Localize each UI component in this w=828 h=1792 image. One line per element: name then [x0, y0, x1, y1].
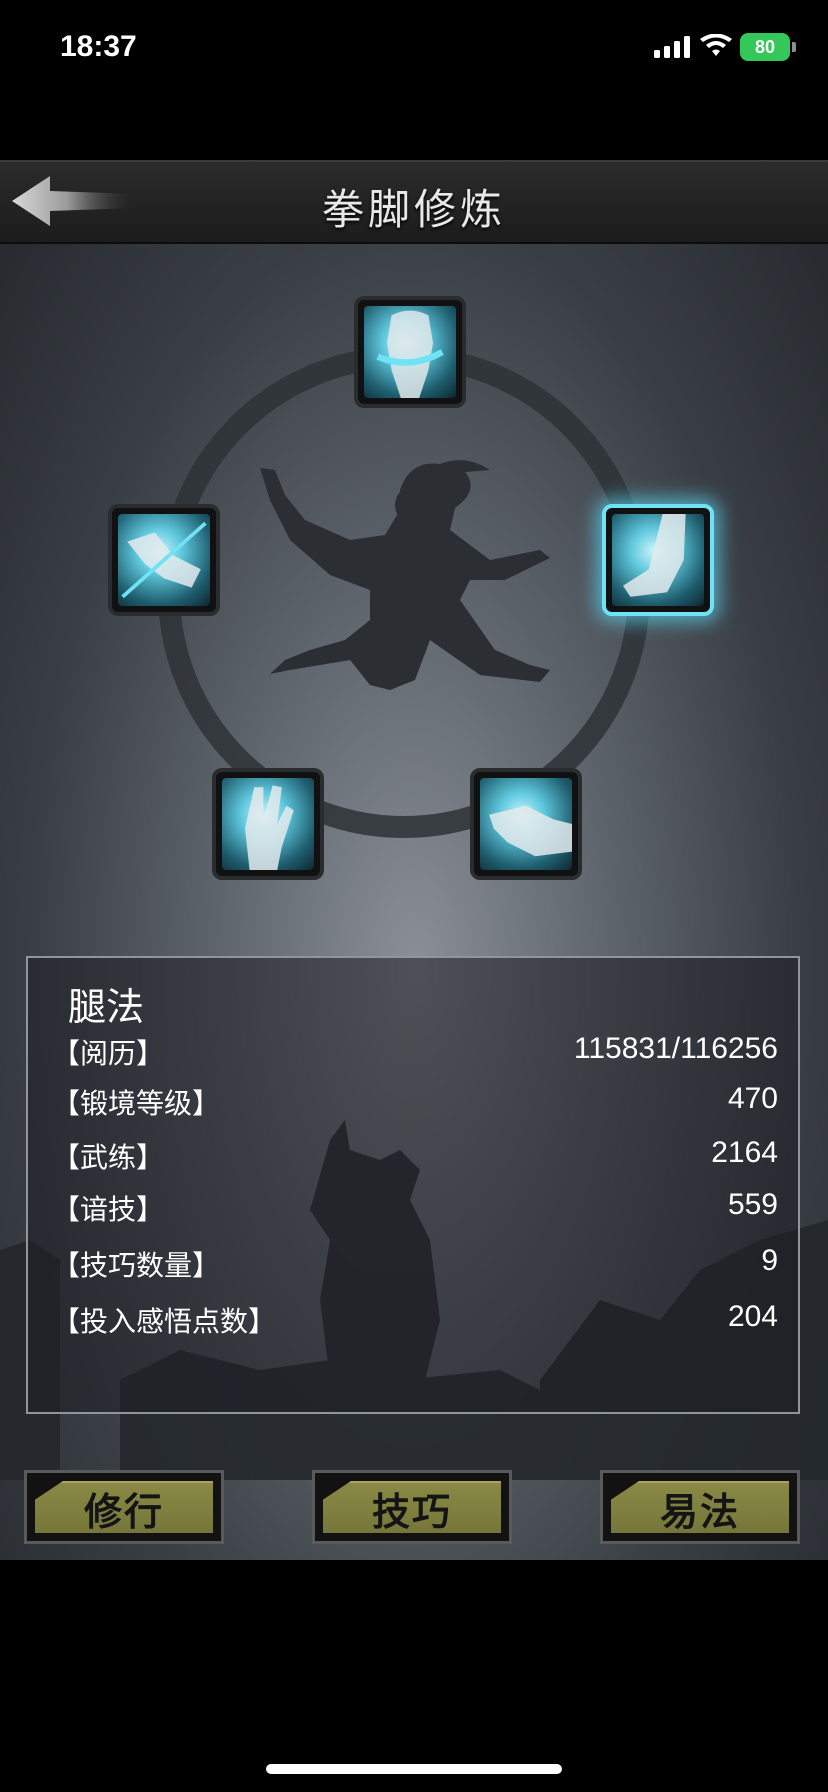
stat-label: 【谙技】 — [52, 1193, 165, 1226]
skill-elbow[interactable] — [108, 504, 220, 616]
cellular-signal-icon — [654, 36, 690, 58]
stat-label: 【锻境等级】 — [52, 1087, 221, 1120]
elbow-icon — [121, 521, 207, 599]
palm-icon — [245, 785, 294, 870]
home-indicator[interactable] — [266, 1764, 562, 1774]
stat-row-level: 【锻境等级】 470 — [52, 1082, 778, 1122]
technique-button[interactable]: 技巧 — [312, 1470, 512, 1544]
stat-row-martial: 【武练】 2164 — [52, 1136, 778, 1176]
status-bar: 18:37 80 — [0, 0, 828, 100]
stat-value: 115831/116256 — [573, 1032, 778, 1065]
stat-row-experience: 【阅历】 115831/116256 — [52, 1032, 778, 1072]
skill-fist[interactable] — [354, 296, 466, 408]
stat-value: 204 — [727, 1300, 778, 1333]
finger-icon — [489, 805, 572, 857]
stat-label: 【技巧数量】 — [52, 1249, 221, 1282]
master-silhouette — [260, 460, 550, 690]
battery-level: 80 — [754, 36, 776, 57]
train-button[interactable]: 修行 — [24, 1470, 224, 1544]
stat-value: 2164 — [711, 1136, 778, 1169]
battery-tip — [792, 42, 796, 52]
stat-row-insight-points: 【投入感悟点数】 204 — [52, 1300, 778, 1340]
stat-label: 【武练】 — [52, 1141, 165, 1174]
stat-label: 【投入感悟点数】 — [52, 1305, 277, 1338]
skill-name: 腿法 — [68, 985, 145, 1029]
battery-indicator: 80 — [740, 33, 790, 61]
skill-leg[interactable] — [602, 504, 714, 616]
leg-icon — [623, 514, 686, 597]
stat-row-technique-count: 【技巧数量】 9 — [52, 1244, 778, 1284]
stat-value: 559 — [727, 1188, 778, 1221]
stats-panel: 腿法 【阅历】 115831/116256 【锻境等级】 470 【武练】 21… — [26, 956, 800, 1414]
technique-button-label: 技巧 — [371, 1488, 452, 1534]
stat-label: 【阅历】 — [52, 1037, 165, 1070]
stat-value: 9 — [761, 1244, 778, 1277]
skill-palm[interactable] — [212, 768, 324, 880]
status-time: 18:37 — [60, 30, 137, 63]
stat-value: 470 — [727, 1082, 778, 1115]
stat-row-skill: 【谙技】 559 — [52, 1188, 778, 1228]
fist-icon — [376, 310, 444, 398]
wifi-icon — [700, 34, 732, 56]
skill-finger[interactable] — [470, 768, 582, 880]
train-button-label: 修行 — [83, 1488, 164, 1534]
page-title: 拳脚修炼 — [321, 185, 506, 234]
change-method-button-label: 易法 — [659, 1488, 740, 1534]
change-method-button[interactable]: 易法 — [600, 1470, 800, 1544]
